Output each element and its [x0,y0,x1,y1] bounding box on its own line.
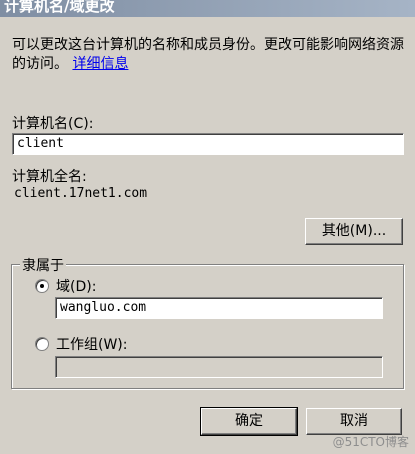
computer-name-label: 计算机名(C): [12,116,94,132]
full-name-label: 计算机全名: [12,169,87,185]
description-text: 可以更改这台计算机的名称和成员身份。更改可能影响网络资源的访问。 [12,37,404,72]
title-bar: 计算机名/域更改 [0,0,415,17]
full-name-value: client.17net1.com [14,186,148,201]
domain-input[interactable]: wangluo.com [55,297,383,319]
watermark: @51CTO博客 [332,435,409,449]
domain-radio[interactable] [35,279,49,293]
domain-label: 域(D): [56,279,97,295]
window-title: 计算机名/域更改 [4,0,115,15]
member-of-legend: 隶属于 [20,255,66,275]
workgroup-label: 工作组(W): [56,337,128,353]
details-link[interactable]: 详细信息 [72,56,128,72]
workgroup-radio[interactable] [35,337,49,351]
workgroup-input[interactable] [55,356,383,378]
computer-name-input[interactable]: client [12,133,404,155]
ok-button[interactable]: 确定 [200,407,298,436]
radio-selected-dot [40,284,44,288]
other-button[interactable]: 其他(M)... [305,218,403,245]
description: 可以更改这台计算机的名称和成员身份。更改可能影响网络资源的访问。 详细信息 [12,36,408,74]
cancel-button[interactable]: 取消 [306,408,402,435]
